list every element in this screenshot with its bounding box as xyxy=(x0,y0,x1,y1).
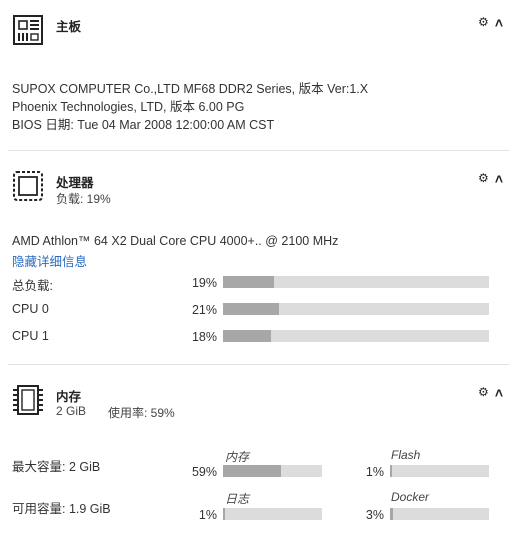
memory-title: 内存 xyxy=(56,390,82,404)
motherboard-icon xyxy=(12,14,44,49)
memory-controls: ⚙ ˄ xyxy=(478,384,503,401)
total-load-bar xyxy=(223,276,489,288)
docker-gauge-percent: 3% xyxy=(365,508,384,522)
motherboard-section: 主板 ⚙ ˄ SUPOX COMPUTER Co.,LTD MF68 DDR2 … xyxy=(0,0,527,150)
ram-gauge-title: 内存 xyxy=(225,450,250,464)
cpu0-percent: 21% xyxy=(191,303,217,317)
memory-size: 2 GiB xyxy=(56,404,87,418)
processor-title: 处理器 xyxy=(56,176,94,190)
cpu0-label: CPU 0 xyxy=(12,302,49,316)
log-gauge-percent: 1% xyxy=(198,508,217,522)
log-gauge-title: 日志 xyxy=(225,492,250,506)
memory-icon xyxy=(12,384,44,419)
chevron-up-icon[interactable]: ˄ xyxy=(495,385,503,401)
gear-icon[interactable]: ⚙ xyxy=(478,171,489,185)
motherboard-manufacturer: SUPOX COMPUTER Co.,LTD MF68 DDR2 Series,… xyxy=(12,82,369,96)
motherboard-controls: ⚙ ˄ xyxy=(478,14,503,31)
bios-date: BIOS 日期: Tue 04 Mar 2008 12:00:00 AM CST xyxy=(12,118,275,132)
cpu-icon xyxy=(12,170,44,205)
flash-gauge-percent: 1% xyxy=(365,465,384,479)
max-capacity-label: 最大容量: 2 GiB xyxy=(12,460,101,474)
available-capacity-label: 可用容量: 1.9 GiB xyxy=(12,502,111,516)
bios-vendor: Phoenix Technologies, LTD, 版本 6.00 PG xyxy=(12,100,245,114)
chevron-up-icon[interactable]: ˄ xyxy=(495,15,503,31)
processor-load: 负载: 19% xyxy=(56,192,111,206)
processor-section: 处理器 负载: 19% ⚙ ˄ AMD Athlon™ 64 X2 Dual C… xyxy=(0,150,527,364)
hide-details-link[interactable]: 隐藏详细信息 xyxy=(12,251,87,270)
docker-gauge-bar xyxy=(390,508,489,520)
cpu1-label: CPU 1 xyxy=(12,329,49,343)
cpu1-bar xyxy=(223,330,489,342)
total-load-percent: 19% xyxy=(191,276,217,290)
gear-icon[interactable]: ⚙ xyxy=(478,385,489,399)
cpu-model: AMD Athlon™ 64 X2 Dual Core CPU 4000+.. … xyxy=(12,234,339,248)
cpu1-percent: 18% xyxy=(191,330,217,344)
ram-gauge-bar xyxy=(223,465,322,477)
memory-section: 内存 2 GiB 使用率: 59% ⚙ ˄ 最大容量: 2 GiB 可用容量: … xyxy=(0,364,527,537)
motherboard-title: 主板 xyxy=(56,20,82,34)
memory-usage: 使用率: 59% xyxy=(108,406,175,420)
flash-gauge-title: Flash xyxy=(391,448,421,462)
cpu0-bar xyxy=(223,303,489,315)
ram-gauge-percent: 59% xyxy=(191,465,217,479)
total-load-label: 总负载: xyxy=(12,279,53,293)
chevron-up-icon[interactable]: ˄ xyxy=(495,171,503,187)
docker-gauge-title: Docker xyxy=(391,490,430,504)
log-gauge-bar xyxy=(223,508,322,520)
processor-controls: ⚙ ˄ xyxy=(478,170,503,187)
flash-gauge-bar xyxy=(390,465,489,477)
gear-icon[interactable]: ⚙ xyxy=(478,15,489,29)
